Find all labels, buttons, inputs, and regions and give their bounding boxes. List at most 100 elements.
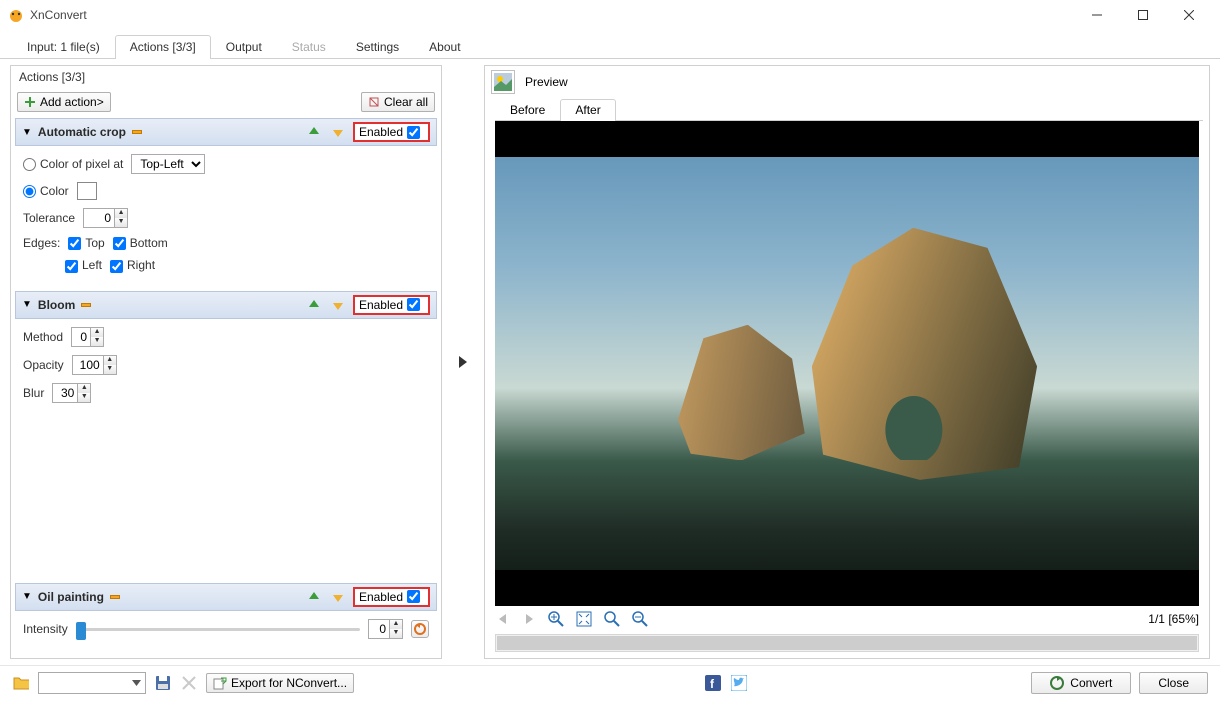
pixel-at-select[interactable]: Top-Left [131,154,205,174]
maximize-button[interactable] [1120,0,1166,30]
clear-all-button[interactable]: Clear all [361,92,435,112]
zoom-fit-button[interactable] [575,610,593,628]
intensity-slider[interactable] [76,620,360,638]
spin-down[interactable]: ▼ [78,393,90,402]
plus-icon [24,96,36,108]
export-nconvert-button[interactable]: Export for NConvert... [206,673,354,693]
intensity-spinbox[interactable]: ▲▼ [368,619,403,639]
action-header-oil-painting[interactable]: ▼ Oil painting Enabled [15,583,437,611]
export-icon [213,676,227,690]
edge-left-checkbox[interactable]: Left [65,258,102,272]
preset-dropdown[interactable] [38,672,146,694]
tab-input[interactable]: Input: 1 file(s) [12,35,115,59]
facebook-icon[interactable]: f [704,674,722,692]
edge-bottom-checkbox[interactable]: Bottom [113,236,168,250]
spin-up[interactable]: ▲ [390,620,402,629]
spin-up[interactable]: ▲ [78,384,90,393]
move-up-button[interactable] [305,588,323,606]
action-name: Automatic crop [38,125,126,139]
method-input[interactable] [72,328,90,346]
preview-thumb-icon[interactable] [491,70,515,94]
zoom-in-button[interactable] [547,610,565,628]
window-title: XnConvert [30,8,87,22]
edges-label: Edges: [23,236,60,250]
add-action-button[interactable]: Add action> [17,92,111,112]
spin-up[interactable]: ▲ [115,209,127,218]
intensity-input[interactable] [369,620,389,638]
tab-settings[interactable]: Settings [341,35,414,59]
move-down-button[interactable] [329,588,347,606]
color-swatch[interactable] [77,182,97,200]
spin-down[interactable]: ▼ [390,629,402,638]
tab-before[interactable]: Before [495,99,560,121]
zoom-100-button[interactable] [603,610,621,628]
bottom-bar: Export for NConvert... f Convert Close [0,665,1220,700]
enabled-checkbox-wrap[interactable]: Enabled [353,122,430,142]
tab-about[interactable]: About [414,35,475,59]
blur-input[interactable] [53,384,77,402]
titlebar: XnConvert [0,0,1220,30]
edge-right-checkbox[interactable]: Right [110,258,155,272]
pixel-at-radio[interactable]: Color of pixel at [23,157,123,171]
save-preset-button[interactable] [154,674,172,692]
spin-up[interactable]: ▲ [91,328,103,337]
edge-top-checkbox[interactable]: Top [68,236,104,250]
action-name: Oil painting [38,590,104,604]
spin-up[interactable]: ▲ [104,356,116,365]
close-button[interactable] [1166,0,1212,30]
spin-down[interactable]: ▼ [104,365,116,374]
tab-output[interactable]: Output [211,35,277,59]
enabled-label: Enabled [359,125,403,139]
minimize-button[interactable] [1074,0,1120,30]
spin-down[interactable]: ▼ [115,218,127,227]
method-spinbox[interactable]: ▲▼ [71,327,104,347]
opacity-input[interactable] [73,356,103,374]
preview-scrollbar[interactable] [495,634,1199,652]
tab-actions[interactable]: Actions [3/3] [115,35,211,59]
delete-preset-button[interactable] [180,674,198,692]
action-header-automatic-crop[interactable]: ▼ Automatic crop Enabled [15,118,437,146]
tolerance-input[interactable] [84,209,114,227]
caret-down-icon: ▼ [22,299,32,310]
opacity-spinbox[interactable]: ▲▼ [72,355,117,375]
tab-status[interactable]: Status [277,35,341,59]
preview-image[interactable] [495,121,1199,606]
tolerance-label: Tolerance [23,211,75,225]
preview-label: Preview [525,75,568,89]
prev-image-button[interactable] [495,610,513,628]
enabled-checkbox[interactable] [407,126,420,139]
move-up-button[interactable] [305,296,323,314]
reset-button[interactable] [411,620,429,638]
action-header-bloom[interactable]: ▼ Bloom Enabled [15,291,437,319]
opacity-label: Opacity [23,358,64,372]
action-name: Bloom [38,298,75,312]
blur-spinbox[interactable]: ▲▼ [52,383,91,403]
enabled-checkbox[interactable] [407,298,420,311]
preview-counter: 1/1 [65%] [1148,612,1199,626]
clear-icon [368,96,380,108]
add-action-label: Add action> [40,95,104,109]
clear-all-label: Clear all [384,95,428,109]
status-bar-icon [81,303,91,307]
move-up-button[interactable] [305,123,323,141]
convert-button[interactable]: Convert [1031,672,1131,694]
spin-down[interactable]: ▼ [91,337,103,346]
twitter-icon[interactable] [730,674,748,692]
color-radio[interactable]: Color [23,184,69,198]
enabled-checkbox-wrap[interactable]: Enabled [353,587,430,607]
tolerance-spinbox[interactable]: ▲▼ [83,208,128,228]
move-down-button[interactable] [329,296,347,314]
next-image-button[interactable] [521,610,539,628]
intensity-label: Intensity [23,622,68,636]
enabled-checkbox[interactable] [407,590,420,603]
expand-arrow[interactable] [448,65,478,659]
caret-down-icon: ▼ [22,591,32,602]
tab-after[interactable]: After [560,99,615,121]
move-down-button[interactable] [329,123,347,141]
app-icon [8,7,24,23]
close-app-button[interactable]: Close [1139,672,1208,694]
preview-panel: Preview Before After 1/1 [65%] [484,65,1210,659]
enabled-checkbox-wrap[interactable]: Enabled [353,295,430,315]
open-folder-button[interactable] [12,674,30,692]
zoom-out-button[interactable] [631,610,649,628]
